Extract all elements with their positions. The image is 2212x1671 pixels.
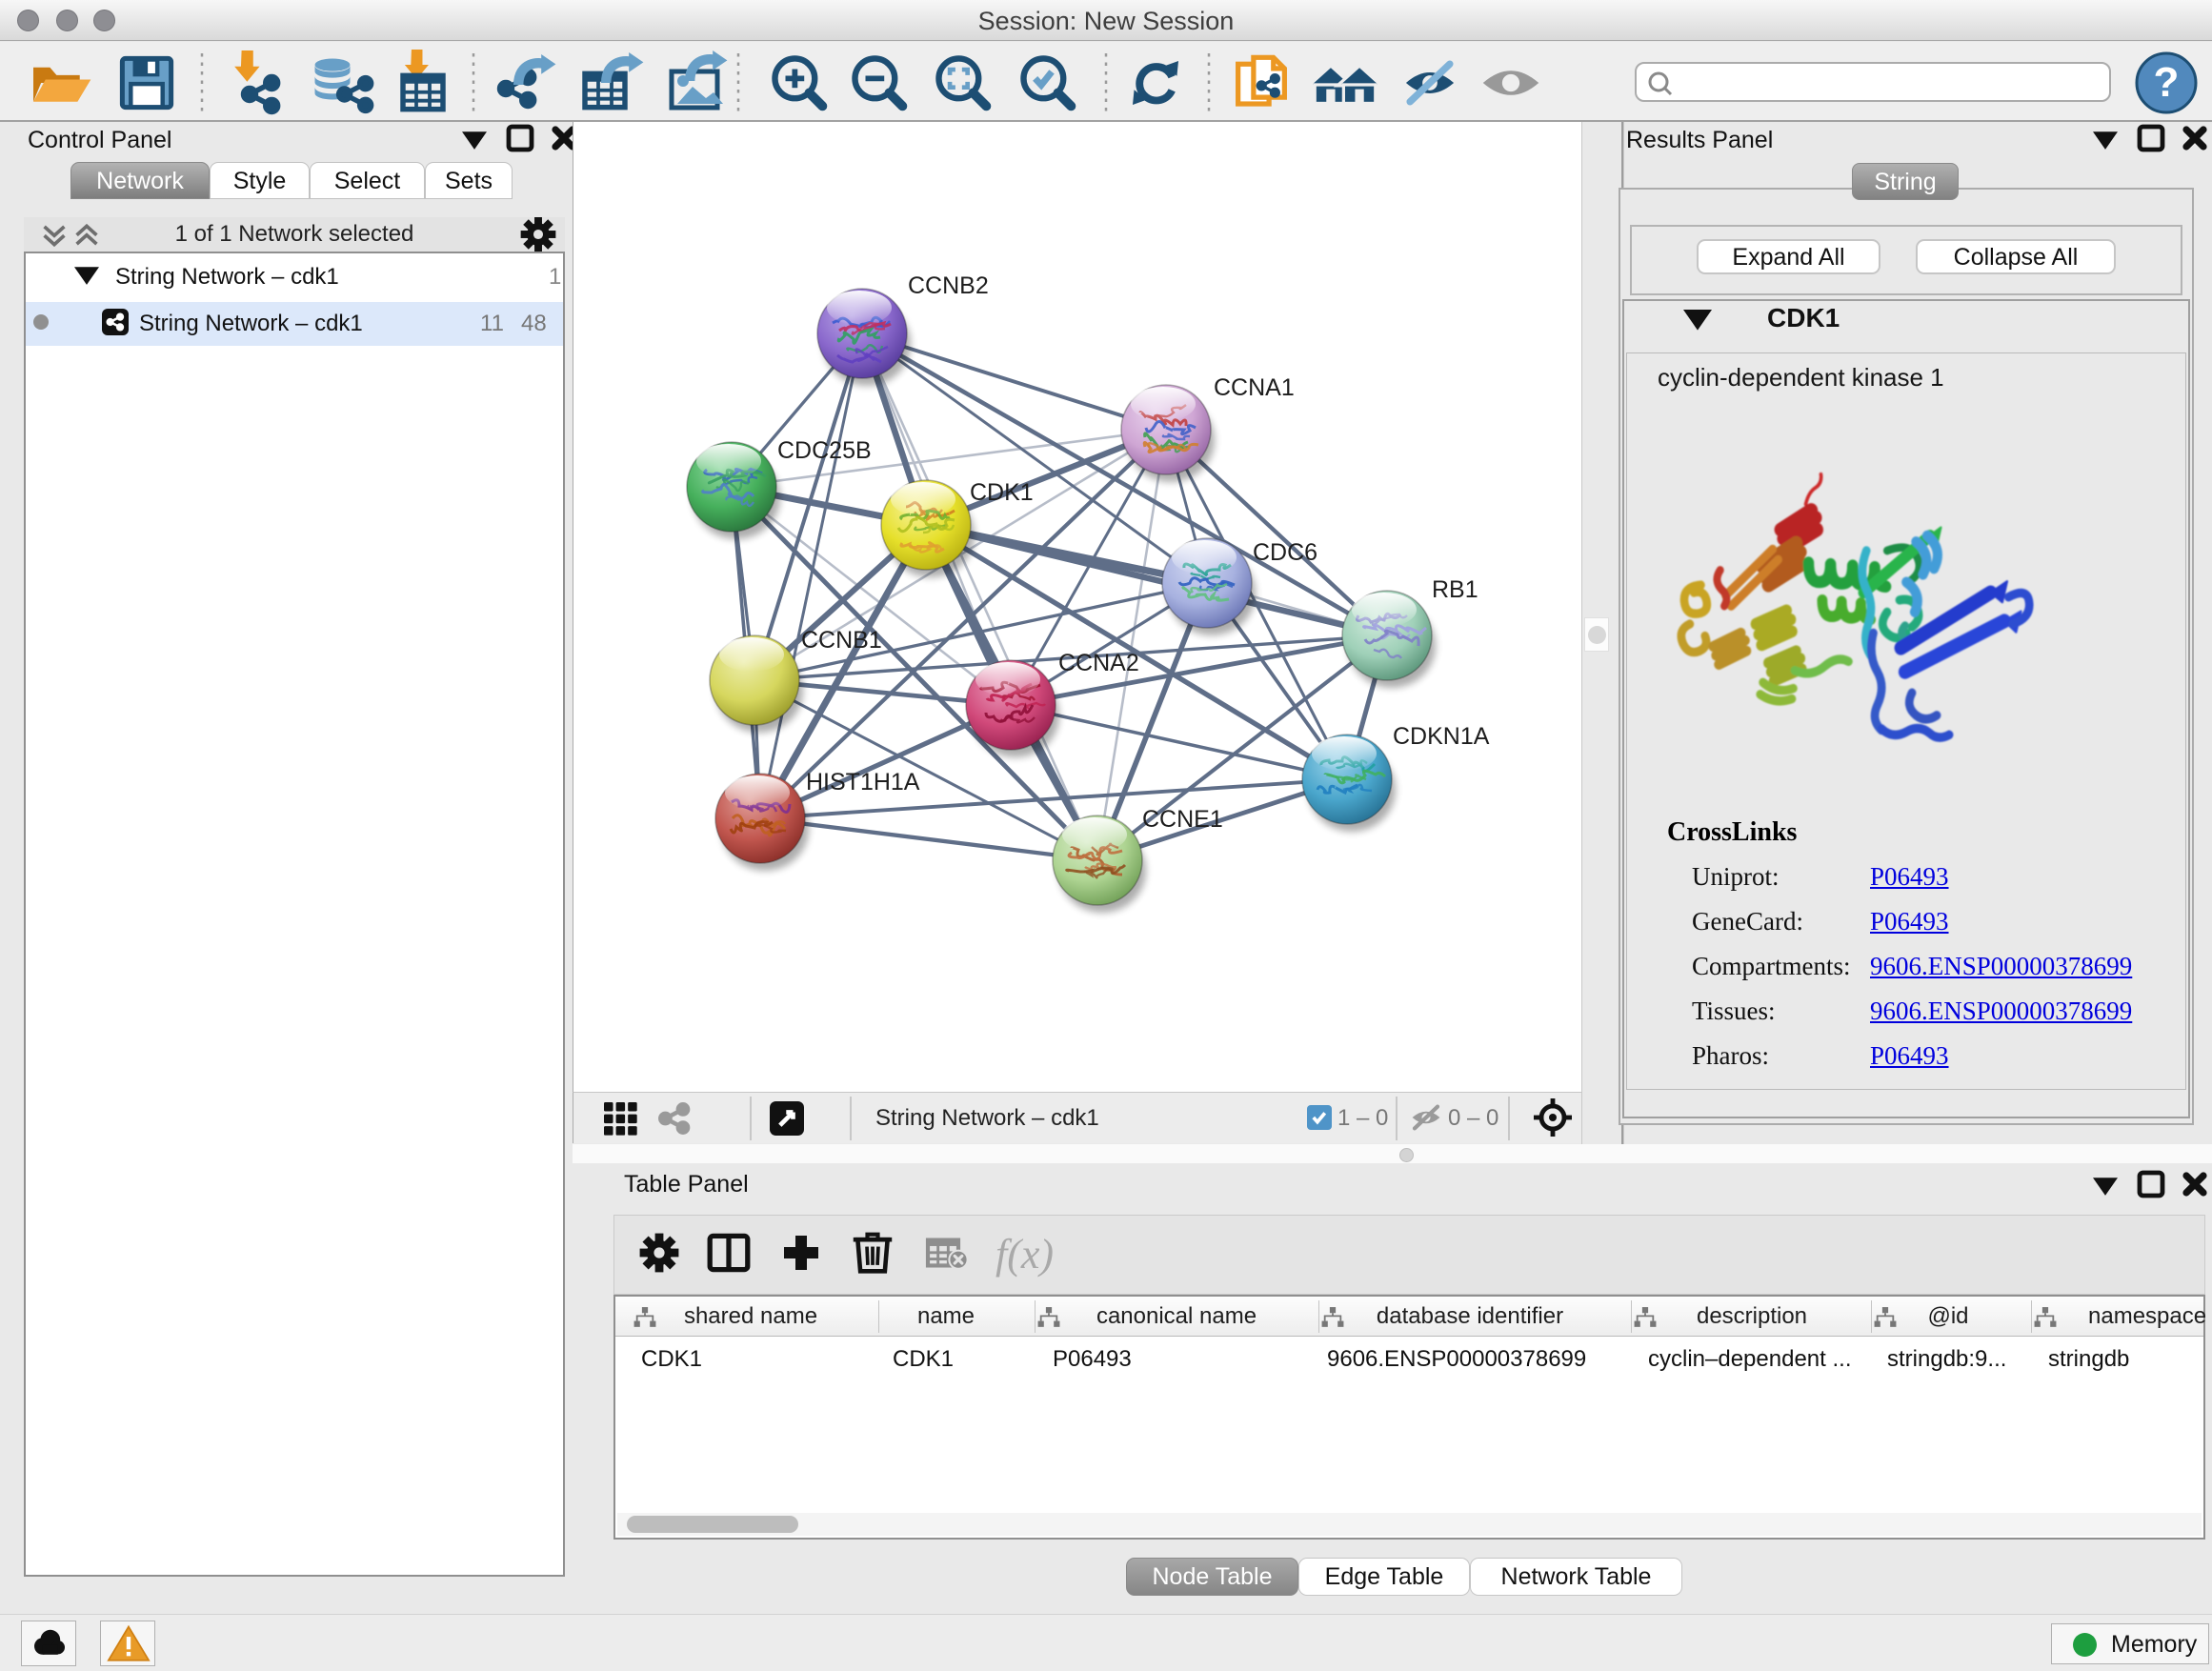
- svg-text:CCNE1: CCNE1: [1142, 806, 1223, 833]
- svg-text:CCNB1: CCNB1: [801, 627, 882, 654]
- svg-text:f(x): f(x): [995, 1231, 1054, 1278]
- svg-text:CCNB2: CCNB2: [908, 272, 989, 299]
- svg-text:CDKN1A: CDKN1A: [1393, 723, 1490, 750]
- svg-text:HIST1H1A: HIST1H1A: [806, 769, 920, 795]
- svg-text:CCNA1: CCNA1: [1214, 374, 1295, 401]
- svg-text:CDC6: CDC6: [1253, 539, 1317, 566]
- svg-text:CCNA2: CCNA2: [1058, 650, 1139, 676]
- svg-text:CDK1: CDK1: [970, 479, 1034, 506]
- svg-text:?: ?: [2154, 59, 2180, 106]
- svg-text:RB1: RB1: [1432, 576, 1478, 603]
- svg-text:CDC25B: CDC25B: [777, 437, 872, 464]
